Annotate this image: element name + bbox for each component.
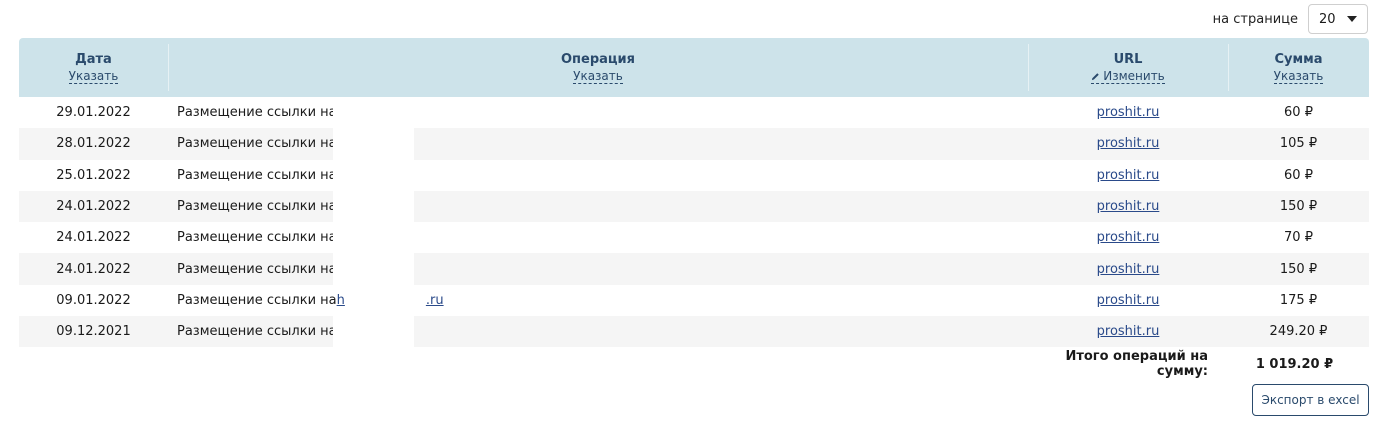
export-excel-button[interactable]: Экспорт в excel bbox=[1252, 384, 1369, 416]
row-operation: Размещение ссылки на ar bbox=[168, 97, 1028, 129]
redaction-mask bbox=[333, 97, 414, 129]
table-row: 09.12.2021 Размещение ссылки на ja prosh… bbox=[19, 316, 1369, 348]
row-url: proshit.ru bbox=[1028, 222, 1228, 253]
column-title: Операция bbox=[560, 52, 636, 67]
column-title: Сумма bbox=[1274, 52, 1323, 67]
sum-filter-link[interactable]: Указать bbox=[1273, 69, 1324, 84]
operation-text: Размещение ссылки на bbox=[177, 261, 337, 277]
row-url: proshit.ru bbox=[1028, 97, 1228, 128]
operation-link[interactable]: h .ru bbox=[337, 293, 444, 308]
row-date: 28.01.2022 bbox=[56, 136, 131, 152]
redaction-mask bbox=[333, 159, 414, 191]
operation-text: Размещение ссылки на bbox=[177, 105, 337, 121]
operations-table: Дата Указать Операция Указать URL Измени… bbox=[19, 38, 1369, 348]
row-sum: 150 ₽ bbox=[1279, 261, 1318, 277]
redaction-mask bbox=[333, 253, 414, 285]
row-date: 24.01.2022 bbox=[56, 199, 131, 215]
url-edit-label: Изменить bbox=[1103, 69, 1165, 83]
row-date: 09.12.2021 bbox=[56, 324, 131, 340]
row-operation: Размещение ссылки на 06 bbox=[168, 253, 1028, 285]
url-link[interactable]: proshit.ru bbox=[1097, 230, 1160, 245]
chevron-down-icon bbox=[1347, 16, 1357, 22]
row-date: 29.01.2022 bbox=[56, 105, 131, 121]
row-url: proshit.ru bbox=[1028, 285, 1228, 316]
operation-text: Размещение ссылки на bbox=[177, 292, 337, 308]
table-row: 09.01.2022 Размещение ссылки на h .ru pro… bbox=[19, 285, 1369, 316]
date-filter-link[interactable]: Указать bbox=[68, 69, 119, 84]
row-sum: 249.20 ₽ bbox=[1269, 324, 1328, 340]
row-url: proshit.ru bbox=[1028, 253, 1228, 284]
column-header-operation: Операция Указать bbox=[168, 38, 1028, 97]
row-sum: 70 ₽ bbox=[1284, 230, 1313, 246]
redaction-mask bbox=[333, 316, 414, 348]
row-sum: 105 ₽ bbox=[1279, 136, 1318, 152]
table-row: 28.01.2022 Размещение ссылки на ar prosh… bbox=[19, 128, 1369, 160]
pencil-icon bbox=[1092, 72, 1099, 80]
row-sum: 150 ₽ bbox=[1279, 199, 1318, 215]
row-date: 09.01.2022 bbox=[56, 292, 131, 308]
row-url: proshit.ru bbox=[1028, 316, 1228, 347]
row-sum: 175 ₽ bbox=[1279, 292, 1318, 308]
operation-text: Размещение ссылки на bbox=[177, 136, 337, 152]
per-page-label: на странице bbox=[1212, 11, 1298, 27]
per-page-value: 20 bbox=[1319, 11, 1336, 27]
redaction-mask bbox=[333, 190, 414, 223]
operation-text: Размещение ссылки на bbox=[177, 230, 337, 246]
column-header-url: URL Изменить bbox=[1028, 38, 1228, 97]
table-header: Дата Указать Операция Указать URL Измени… bbox=[19, 38, 1369, 97]
url-link[interactable]: proshit.ru bbox=[1097, 199, 1160, 214]
operation-link-tail: .ru bbox=[425, 292, 444, 308]
total-value: 1 019.20 ₽ bbox=[1255, 356, 1334, 372]
url-link[interactable]: proshit.ru bbox=[1097, 136, 1160, 151]
row-operation: Размещение ссылки на ja bbox=[168, 316, 1028, 348]
row-url: proshit.ru bbox=[1028, 191, 1228, 222]
per-page-control: на странице 20 bbox=[1213, 4, 1368, 34]
url-link[interactable]: proshit.ru bbox=[1097, 324, 1160, 339]
operation-link-head: h bbox=[336, 292, 345, 308]
per-page-select[interactable]: 20 bbox=[1308, 4, 1368, 34]
total-label: Итого операций на сумму: bbox=[1065, 349, 1208, 379]
url-link[interactable]: proshit.ru bbox=[1097, 105, 1160, 120]
row-url: proshit.ru bbox=[1028, 128, 1228, 159]
operation-text: Размещение ссылки на bbox=[177, 324, 337, 340]
row-url: proshit.ru bbox=[1028, 160, 1228, 191]
column-header-date: Дата Указать bbox=[19, 38, 168, 97]
row-operation: Размещение ссылки на ko bbox=[168, 190, 1028, 223]
row-operation: Размещение ссылки на ki bbox=[168, 159, 1028, 191]
row-sum: 60 ₽ bbox=[1284, 105, 1313, 121]
row-operation: Размещение ссылки на sr bbox=[168, 222, 1028, 254]
total-row: Итого операций на сумму: 1 019.20 ₽ bbox=[1010, 349, 1369, 379]
table-body: 29.01.2022 Размещение ссылки на ar prosh… bbox=[19, 97, 1369, 348]
url-link[interactable]: proshit.ru bbox=[1097, 262, 1160, 277]
row-date: 25.01.2022 bbox=[56, 167, 131, 183]
row-operation: Размещение ссылки на h .ru bbox=[168, 285, 1028, 316]
row-sum: 60 ₽ bbox=[1284, 167, 1313, 183]
operation-text: Размещение ссылки на bbox=[177, 199, 337, 215]
row-date: 24.01.2022 bbox=[56, 261, 131, 277]
column-title: Дата bbox=[75, 52, 112, 67]
table-row: 24.01.2022 Размещение ссылки на 06 prosh… bbox=[19, 253, 1369, 285]
redaction-mask bbox=[333, 128, 414, 160]
url-link[interactable]: proshit.ru bbox=[1097, 293, 1160, 308]
row-operation: Размещение ссылки на ar bbox=[168, 128, 1028, 160]
redaction-mask bbox=[333, 222, 414, 254]
operation-filter-link[interactable]: Указать bbox=[573, 69, 623, 84]
column-header-sum: Сумма Указать bbox=[1228, 38, 1369, 97]
column-title: URL bbox=[1113, 52, 1143, 67]
row-date: 24.01.2022 bbox=[56, 230, 131, 246]
url-link[interactable]: proshit.ru bbox=[1097, 168, 1160, 183]
table-row: 24.01.2022 Размещение ссылки на sr prosh… bbox=[19, 222, 1369, 254]
operation-text: Размещение ссылки на bbox=[177, 167, 337, 183]
table-row: 25.01.2022 Размещение ссылки на ki prosh… bbox=[19, 159, 1369, 191]
table-row: 24.01.2022 Размещение ссылки на ko prosh… bbox=[19, 190, 1369, 223]
url-edit-link[interactable]: Изменить bbox=[1091, 69, 1165, 84]
table-row: 29.01.2022 Размещение ссылки на ar prosh… bbox=[19, 97, 1369, 129]
